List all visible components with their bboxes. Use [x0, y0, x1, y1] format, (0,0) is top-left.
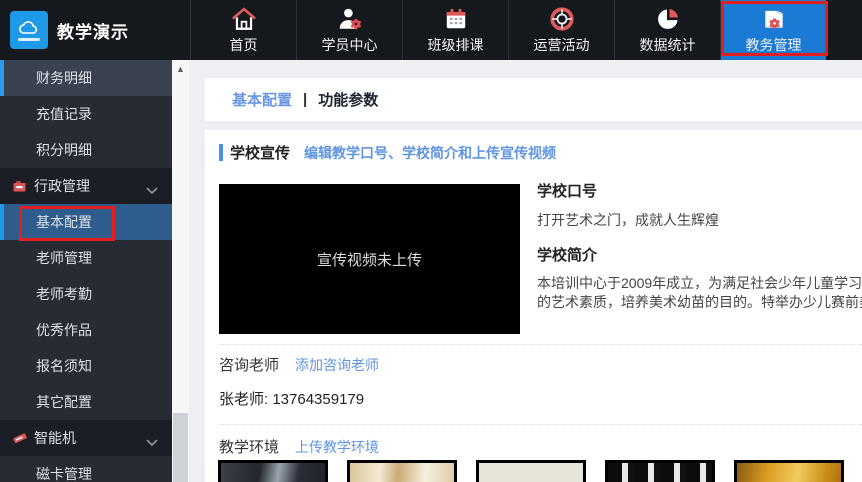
nav-item-label: 教务管理	[746, 35, 802, 55]
nav-item-academic-management[interactable]: 教务管理	[720, 0, 826, 60]
environment-section-header: 教学环境 上传教学环境	[219, 436, 379, 457]
divider	[219, 344, 862, 345]
sidebar-item-label: 基本配置	[36, 212, 92, 232]
nav-item-operations[interactable]: 运营活动	[508, 0, 614, 60]
top-navigation-bar: 教学演示 首页 学员中心	[0, 0, 862, 60]
environment-photo-golden-interior[interactable]	[734, 460, 844, 482]
sidebar-item-recharge-records[interactable]: 充值记录	[0, 96, 172, 132]
sidebar: 财务明细 充值记录 积分明细 行政管理 基本配置 老师管理 老师考勤 优秀作品 …	[0, 60, 172, 482]
sidebar-item-registration-notice[interactable]: 报名须知	[0, 348, 172, 384]
sidebar-item-label: 报名须知	[36, 356, 92, 376]
sidebar-item-points-detail[interactable]: 积分明细	[0, 132, 172, 168]
tab-basic-config[interactable]: 基本配置	[232, 89, 292, 110]
nav-item-class-scheduling[interactable]: 班级排课	[402, 0, 508, 60]
tab-function-params[interactable]: 功能参数	[318, 89, 378, 110]
sidebar-item-other-config[interactable]: 其它配置	[0, 384, 172, 420]
video-placeholder-text: 宣传视频未上传	[317, 249, 422, 270]
basic-config-panel: 学校宣传 编辑教学口号、学校简介和上传宣传视频 宣传视频未上传 学校口号 打开艺…	[205, 130, 862, 482]
student-center-icon	[337, 6, 363, 32]
scrollbar-up-arrow-icon[interactable]: ▲	[172, 60, 189, 77]
folder-gear-icon	[761, 6, 787, 32]
environment-photo-teal-interior[interactable]	[476, 460, 586, 482]
promo-video-placeholder[interactable]: 宣传视频未上传	[219, 184, 520, 334]
sidebar-item-excellent-works[interactable]: 优秀作品	[0, 312, 172, 348]
briefcase-icon	[12, 179, 27, 196]
sidebar-item-label: 充值记录	[36, 104, 92, 124]
nav-item-home[interactable]: 首页	[190, 0, 296, 60]
section-accent-bar	[219, 144, 223, 161]
nav-item-student-center[interactable]: 学员中心	[296, 0, 402, 60]
nav-item-label: 学员中心	[322, 35, 378, 55]
nav-item-label: 班级排课	[428, 35, 484, 55]
brand: 教学演示	[0, 0, 190, 60]
app-logo-icon[interactable]	[10, 11, 48, 49]
sidebar-item-label: 老师管理	[36, 248, 92, 268]
config-tab-bar: 基本配置 | 功能参数	[205, 78, 862, 121]
sidebar-group-label: 行政管理	[34, 176, 90, 196]
sidebar-item-label: 财务明细	[36, 68, 92, 88]
sidebar-item-magnetic-card[interactable]: 磁卡管理	[0, 456, 172, 482]
nav-item-statistics[interactable]: 数据统计	[614, 0, 720, 60]
app-title: 教学演示	[57, 18, 129, 43]
scrollbar-thumb[interactable]	[173, 413, 188, 482]
intro-text-line: 本培训中心于2009年成立，为满足社会少年儿童学习美术的需	[537, 274, 862, 293]
main-nav: 首页 学员中心	[190, 0, 826, 60]
section-title: 学校宣传	[230, 142, 290, 163]
sidebar-item-label: 老师考勤	[36, 284, 92, 304]
chevron-down-icon	[146, 182, 158, 198]
school-info-column: 学校口号 打开艺术之门，成就人生辉煌 学校简介 本培训中心于2009年成立，为满…	[537, 180, 862, 312]
environment-photo-warm-interior[interactable]	[347, 460, 457, 482]
home-icon	[231, 6, 257, 32]
slogan-heading: 学校口号	[537, 180, 862, 201]
sidebar-item-teacher-attendance[interactable]: 老师考勤	[0, 276, 172, 312]
cloud-icon	[17, 20, 41, 36]
tab-separator: |	[303, 91, 307, 108]
sidebar-group-smart-machine[interactable]: 智能机	[0, 420, 172, 456]
add-consult-teacher-link[interactable]: 添加咨询老师	[295, 355, 379, 375]
intro-text-line: 的艺术素质，培养美术幼苗的目的。特举办少儿赛前美术培训	[537, 293, 862, 312]
logo-text-line	[18, 38, 40, 41]
sidebar-scrollbar[interactable]: ▲	[172, 60, 189, 482]
consult-teacher-section-header: 咨询老师 添加咨询老师	[219, 354, 379, 375]
environment-photo-industrial-ceiling[interactable]	[218, 460, 328, 482]
school-promo-section-header: 学校宣传 编辑教学口号、学校简介和上传宣传视频	[219, 142, 556, 163]
sidebar-item-teacher-management[interactable]: 老师管理	[0, 240, 172, 276]
sidebar-item-basic-config[interactable]: 基本配置	[0, 204, 172, 240]
upload-environment-link[interactable]: 上传教学环境	[295, 437, 379, 457]
divider	[219, 424, 862, 425]
nav-item-label: 首页	[230, 35, 258, 55]
main-content-area: 基本配置 | 功能参数 学校宣传 编辑教学口号、学校简介和上传宣传视频 宣传视频…	[189, 60, 862, 482]
environment-title: 教学环境	[219, 436, 279, 457]
calendar-icon	[443, 6, 469, 32]
lifebuoy-icon	[549, 6, 575, 32]
sidebar-group-label: 智能机	[34, 428, 76, 448]
consult-title: 咨询老师	[219, 354, 279, 375]
environment-photo-list	[218, 460, 844, 482]
nav-item-label: 运营活动	[534, 35, 590, 55]
sidebar-item-label: 积分明细	[36, 140, 92, 160]
sidebar-item-label: 其它配置	[36, 392, 92, 412]
slogan-text: 打开艺术之门，成就人生辉煌	[537, 210, 862, 230]
sidebar-item-label: 磁卡管理	[36, 464, 92, 482]
sidebar-group-administration[interactable]: 行政管理	[0, 168, 172, 204]
card-pen-icon	[12, 431, 28, 448]
environment-photo-dark-lights[interactable]	[605, 460, 715, 482]
intro-heading: 学校简介	[537, 244, 862, 265]
consult-teacher-phone: 张老师: 13764359179	[219, 388, 364, 409]
pie-chart-icon	[655, 6, 681, 32]
sidebar-item-label: 优秀作品	[36, 320, 92, 340]
sidebar-item-finance-detail[interactable]: 财务明细	[0, 60, 172, 96]
edit-promo-link[interactable]: 编辑教学口号、学校简介和上传宣传视频	[304, 143, 556, 163]
chevron-down-icon	[146, 434, 158, 450]
nav-item-label: 数据统计	[640, 35, 696, 55]
